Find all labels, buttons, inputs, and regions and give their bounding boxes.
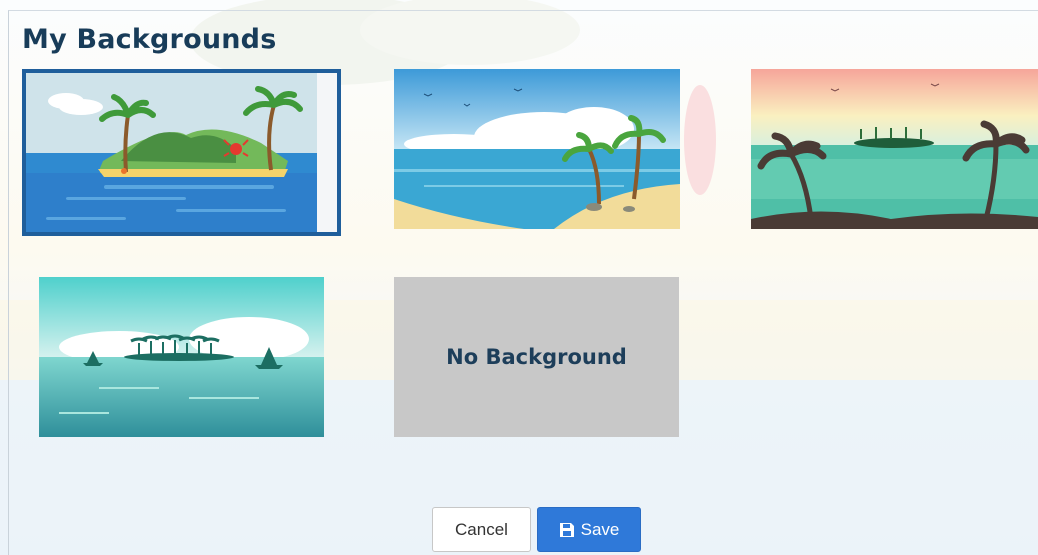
background-tile-beach[interactable] — [394, 69, 680, 229]
cancel-button-label: Cancel — [455, 519, 508, 539]
background-tile-sunset[interactable] — [751, 69, 1038, 229]
no-background-tile[interactable]: No Background — [394, 277, 679, 437]
teal-sea-scene-image — [39, 277, 324, 437]
sunset-scene-image — [751, 69, 1038, 229]
page-title: My Backgrounds — [22, 24, 277, 55]
background-tile-teal-sea[interactable] — [39, 277, 324, 437]
cancel-button[interactable]: Cancel — [432, 507, 531, 552]
backgrounds-dialog: My Backgrounds No Background Cancel Save — [0, 0, 1038, 555]
save-button[interactable]: Save — [537, 507, 641, 552]
island-scene-image — [26, 73, 337, 232]
save-button-label: Save — [580, 519, 620, 539]
no-background-label: No Background — [446, 345, 627, 369]
beach-scene-image — [394, 69, 680, 229]
floppy-disk-icon — [559, 522, 574, 537]
background-tile-island[interactable] — [22, 69, 341, 236]
